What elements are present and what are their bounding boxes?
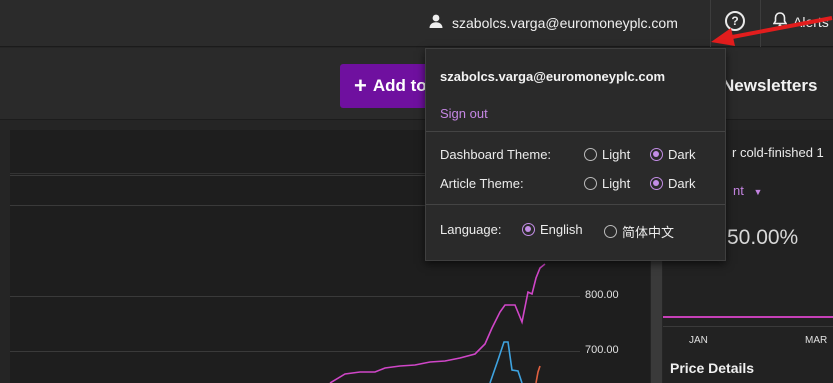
caret-down-icon: ▼: [753, 187, 763, 197]
price-chart: [329, 263, 546, 383]
user-icon: [428, 13, 444, 34]
divider: [663, 326, 833, 327]
dashboard-theme-light[interactable]: Light: [584, 147, 630, 162]
article-theme-row: Article Theme: Light Dark: [440, 176, 720, 192]
article-theme-label: Article Theme:: [440, 176, 524, 191]
article-theme-dark[interactable]: Dark: [650, 176, 695, 191]
plus-icon: +: [354, 73, 367, 98]
language-row: Language: English 简体中文: [440, 222, 720, 241]
dashboard-theme-row: Dashboard Theme: Light Dark: [440, 147, 720, 163]
dropdown-email: szabolcs.varga@euromoneyplc.com: [440, 69, 666, 84]
series-line-magenta: [329, 263, 546, 383]
percent-change: 50.00%: [727, 226, 799, 249]
filter-dropdown[interactable]: nt ▼: [733, 183, 762, 198]
user-email: szabolcs.varga@euromoneyplc.com: [452, 15, 678, 31]
option-label: Dark: [668, 147, 696, 162]
radio-unchecked-icon: [604, 225, 617, 238]
y-tick-label: 700.00: [585, 344, 619, 356]
article-theme-light[interactable]: Light: [584, 176, 630, 191]
language-label: Language:: [440, 222, 502, 237]
language-english[interactable]: English: [522, 222, 583, 237]
newsletters-link[interactable]: Newsletters: [722, 76, 817, 96]
language-chinese[interactable]: 简体中文: [604, 222, 674, 241]
radio-unchecked-icon: [584, 177, 597, 190]
month-label: MAR: [805, 335, 828, 346]
option-label: 简体中文: [622, 225, 675, 240]
user-dropdown: szabolcs.varga@euromoneyplc.com Sign out…: [425, 48, 726, 261]
add-to-label: Add to: [372, 76, 427, 95]
radio-checked-icon: [650, 148, 663, 161]
series-line-orange: [535, 365, 541, 383]
filter-label: nt: [733, 183, 744, 198]
series-line-blue: [489, 341, 523, 383]
sparkline: [663, 316, 833, 318]
dashboard-theme-label: Dashboard Theme:: [440, 147, 552, 162]
price-details-heading: Price Details: [670, 360, 755, 376]
sign-out-link[interactable]: Sign out: [440, 106, 488, 121]
dropdown-divider: [426, 131, 725, 132]
radio-unchecked-icon: [584, 148, 597, 161]
dropdown-divider: [426, 204, 725, 205]
option-label: Light: [602, 176, 631, 191]
option-label: Light: [602, 147, 631, 162]
option-label: Dark: [668, 176, 696, 191]
annotation-arrow: [711, 16, 833, 46]
dashboard-theme-dark[interactable]: Dark: [650, 147, 695, 162]
radio-checked-icon: [650, 177, 663, 190]
user-menu[interactable]: szabolcs.varga@euromoneyplc.com: [428, 9, 678, 37]
product-title: r cold-finished 1: [732, 145, 824, 160]
month-label: JAN: [689, 335, 708, 346]
y-tick-label: 800.00: [585, 289, 619, 301]
radio-checked-icon: [522, 223, 535, 236]
option-label: English: [540, 222, 583, 237]
